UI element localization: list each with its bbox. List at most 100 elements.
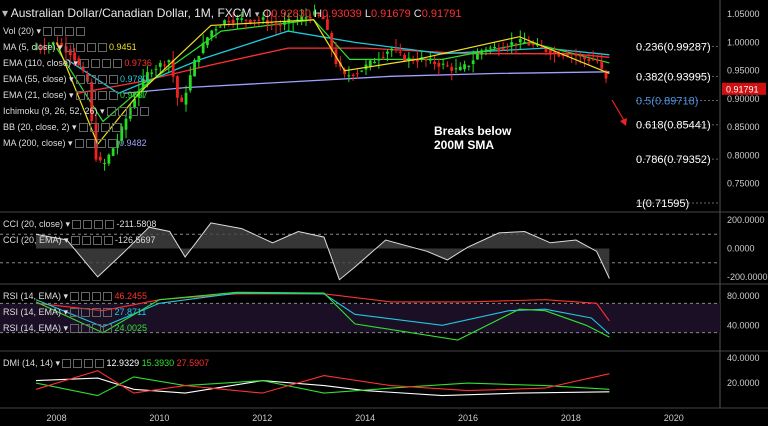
lock-icon[interactable] (92, 308, 102, 318)
collapse-chevron-icon[interactable]: ▾ (2, 6, 8, 20)
indicator-row[interactable]: MA (200, close) ▾ 0.9482 (3, 138, 147, 149)
eye-icon[interactable] (64, 43, 74, 53)
gear-icon[interactable] (81, 324, 91, 334)
indicator-row[interactable]: RSI (14, EMA) ▾ 46.2455 (3, 291, 147, 302)
gear-icon[interactable] (83, 220, 93, 230)
gear-icon[interactable] (89, 123, 99, 133)
eye-icon[interactable] (106, 107, 116, 117)
lock-icon[interactable] (65, 27, 75, 37)
close-icon[interactable] (107, 139, 117, 149)
gear-icon[interactable] (85, 139, 95, 149)
indicator-row[interactable]: BB (20, close, 2) ▾ (3, 122, 121, 133)
eye-icon[interactable] (75, 91, 85, 101)
lock-icon[interactable] (86, 43, 96, 53)
close-icon[interactable] (103, 324, 113, 334)
close-icon[interactable] (105, 220, 115, 230)
gear-icon[interactable] (81, 292, 91, 302)
indicator-name[interactable]: MA (200, close) ▾ (3, 138, 73, 148)
indicator-row[interactable]: RSI (14, EMA) ▾ 27.8711 (3, 307, 146, 318)
lock-icon[interactable] (100, 123, 110, 133)
candle-body (231, 19, 235, 24)
indicator-value: 12.9329 (104, 358, 140, 368)
eye-icon[interactable] (70, 308, 80, 318)
fib-label: 0.618(0.85441) (636, 120, 711, 132)
symbol-dropdown-icon[interactable]: ▾ (255, 9, 260, 19)
close-icon[interactable] (103, 236, 113, 246)
candle-body (158, 62, 162, 67)
indicator-row[interactable]: MA (5, close) ▾ 0.9451 (3, 42, 137, 53)
lock-icon[interactable] (96, 139, 106, 149)
candle-body (283, 21, 286, 25)
gear-icon[interactable] (54, 27, 64, 37)
candle-body (274, 23, 278, 26)
candle-body (531, 43, 535, 45)
indicator-row[interactable]: CCI (20, close) ▾ -211.5808 (3, 219, 156, 230)
gear-icon[interactable] (86, 75, 96, 85)
indicator-row[interactable]: EMA (55, close) ▾ 0.9780 (3, 74, 148, 85)
gear-icon[interactable] (75, 43, 85, 53)
indicator-name[interactable]: RSI (14, EMA) ▾ (3, 291, 68, 301)
eye-icon[interactable] (70, 324, 80, 334)
close-icon[interactable] (111, 123, 121, 133)
indicator-name[interactable]: RSI (14, EMA) ▾ (3, 307, 68, 317)
close-icon[interactable] (112, 59, 122, 69)
gear-icon[interactable] (86, 91, 96, 101)
lock-icon[interactable] (97, 75, 107, 85)
eye-icon[interactable] (70, 236, 80, 246)
eye-icon[interactable] (75, 75, 85, 85)
indicator-row[interactable]: CCI (20, EMA) ▾ -126.5697 (3, 235, 156, 246)
lock-icon[interactable] (97, 91, 107, 101)
gear-icon[interactable] (81, 308, 91, 318)
close-icon[interactable] (108, 91, 118, 101)
candle-body (407, 57, 411, 59)
lock-icon[interactable] (84, 359, 94, 369)
indicator-row[interactable]: Ichimoku (9, 26, 52, 26) ▾ (3, 106, 149, 117)
indicator-name[interactable]: MA (5, close) ▾ (3, 42, 63, 52)
eye-icon[interactable] (78, 123, 88, 133)
indicator-name[interactable]: CCI (20, close) ▾ (3, 219, 70, 229)
eye-icon[interactable] (79, 59, 89, 69)
indicator-value: -211.5808 (114, 219, 157, 229)
candle-body (103, 162, 106, 164)
close-icon[interactable] (139, 107, 149, 117)
close-icon[interactable] (103, 308, 113, 318)
eye-icon[interactable] (72, 220, 82, 230)
indicator-name[interactable]: Ichimoku (9, 26, 52, 26) ▾ (3, 106, 105, 116)
close-icon[interactable] (95, 359, 105, 369)
gear-icon[interactable] (117, 107, 127, 117)
lock-icon[interactable] (128, 107, 138, 117)
indicator-row[interactable]: DMI (14, 14) ▾ 12.9329 15.3930 27.5907 (3, 358, 209, 369)
gear-icon[interactable] (81, 236, 91, 246)
close-icon[interactable] (108, 75, 118, 85)
gear-icon[interactable] (73, 359, 83, 369)
candle-body (368, 60, 372, 67)
lock-icon[interactable] (92, 324, 102, 334)
indicator-name[interactable]: BB (20, close, 2) ▾ (3, 122, 77, 132)
indicator-name[interactable]: RSI (14, EMA) ▾ (3, 323, 68, 333)
eye-icon[interactable] (43, 27, 53, 37)
indicator-name[interactable]: CCI (20, EMA) ▾ (3, 235, 69, 245)
symbol-label[interactable]: Australian Dollar/Canadian Dollar, 1M, F… (11, 6, 252, 20)
close-icon[interactable] (103, 292, 113, 302)
eye-icon[interactable] (70, 292, 80, 302)
eye-icon[interactable] (62, 359, 72, 369)
indicator-name[interactable]: EMA (21, close) ▾ (3, 90, 74, 100)
gear-icon[interactable] (90, 59, 100, 69)
indicator-name[interactable]: DMI (14, 14) ▾ (3, 358, 60, 368)
candle-body (450, 66, 454, 71)
indicator-row[interactable]: RSI (14, EMA) ▾ 24.0025 (3, 323, 147, 334)
lock-icon[interactable] (92, 292, 102, 302)
indicator-name[interactable]: EMA (55, close) ▾ (3, 74, 74, 84)
indicator-row[interactable]: EMA (110, close) ▾ 0.9736 (3, 58, 152, 69)
close-icon[interactable] (97, 43, 107, 53)
indicator-name[interactable]: Vol (20) ▾ (3, 26, 41, 36)
eye-icon[interactable] (74, 139, 84, 149)
indicator-row[interactable]: EMA (21, close) ▾ 0.9637 (3, 90, 148, 101)
close-icon[interactable] (76, 27, 86, 37)
indicator-name[interactable]: EMA (110, close) ▾ (3, 58, 78, 68)
lock-icon[interactable] (94, 220, 104, 230)
candle-body (398, 51, 402, 53)
indicator-row[interactable]: Vol (20) ▾ (3, 26, 86, 37)
lock-icon[interactable] (101, 59, 111, 69)
lock-icon[interactable] (92, 236, 102, 246)
